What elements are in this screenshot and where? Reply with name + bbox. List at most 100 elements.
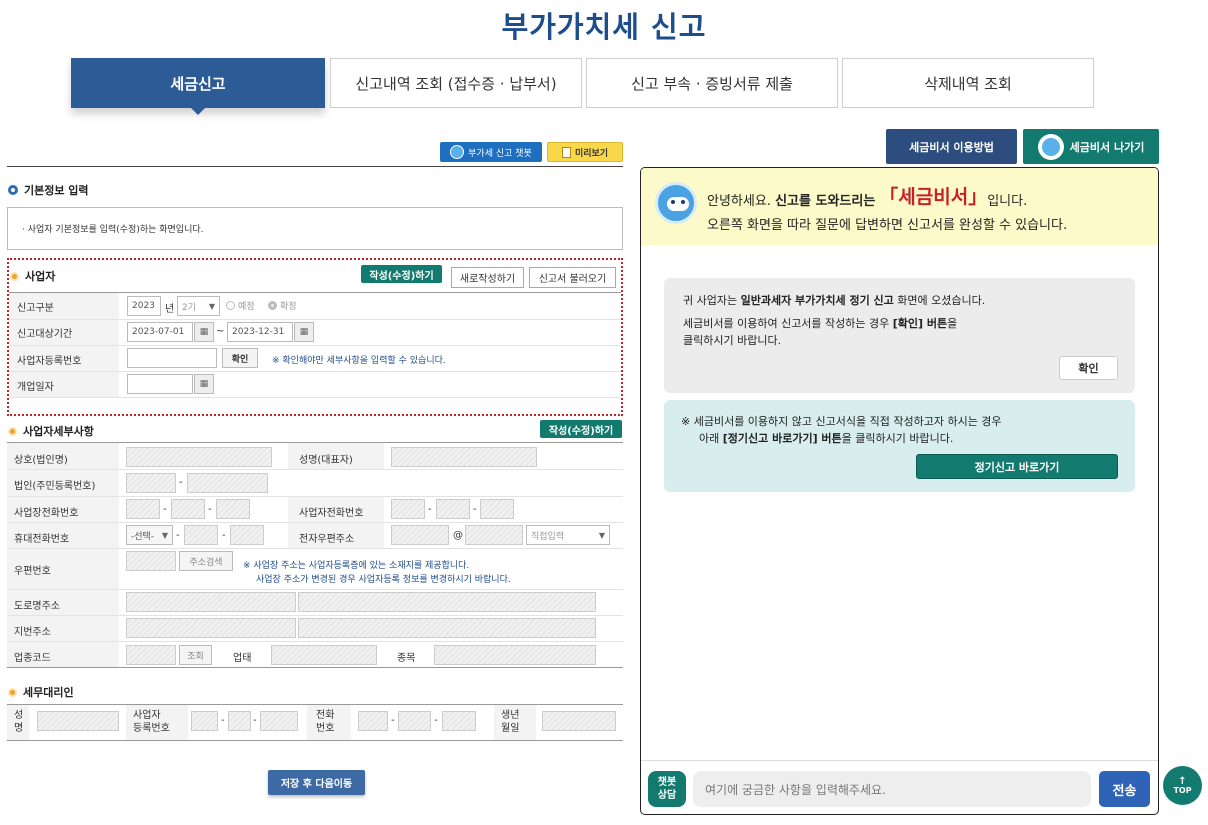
button-label: 전송 xyxy=(1112,783,1137,799)
chat-panel: 안녕하세요. 신고를 도와드리는 「세금비서」 입니다. 오른쪽 화면을 따라 … xyxy=(640,167,1159,815)
business-write-button[interactable]: 작성(수정)하기 xyxy=(361,265,442,283)
jibun-address-label: 지번주소 xyxy=(14,627,51,638)
industry-search-button[interactable]: 조회 xyxy=(179,645,212,665)
regno-confirm-button[interactable]: 확인 xyxy=(222,348,258,368)
radio-label: 예정 xyxy=(238,302,255,312)
owner-tel-input-1[interactable] xyxy=(391,499,425,519)
zip-input[interactable] xyxy=(126,551,176,571)
radio-icon xyxy=(226,301,235,310)
divider xyxy=(7,615,623,616)
howto-button[interactable]: 세금비서 이용방법 xyxy=(886,129,1017,164)
email-id-input[interactable] xyxy=(391,525,449,545)
vat-chatbot-button[interactable]: 부가세 신고 챗봇 xyxy=(440,142,542,162)
detail-write-button[interactable]: 작성(수정)하기 xyxy=(540,420,622,438)
radio-selected-icon xyxy=(268,301,277,310)
road-address-input-1[interactable] xyxy=(126,592,296,612)
button-label: 확인 xyxy=(1078,362,1099,375)
year-unit-label: 년 xyxy=(165,304,175,315)
agent-name-input[interactable] xyxy=(37,711,119,731)
chevron-down-icon: ▼ xyxy=(598,530,605,540)
assistant-mascot-icon xyxy=(655,182,701,230)
tab-label: 삭제내역 조회 xyxy=(924,74,1012,93)
scroll-top-button[interactable]: ↑ TOP xyxy=(1163,766,1202,805)
go-regular-report-button[interactable]: 정기신고 바로가기 xyxy=(916,454,1118,479)
report-year-input[interactable]: 2023 xyxy=(127,296,161,316)
message-text: 을 클릭하시기 바랍니다. xyxy=(841,432,954,445)
owner-tel-label: 사업자전화번호 xyxy=(299,508,364,519)
agent-birth-input[interactable] xyxy=(542,711,616,731)
mobile-input-2[interactable] xyxy=(184,525,218,545)
report-period-select[interactable]: 2기 ▼ xyxy=(177,296,220,316)
load-report-button[interactable]: 신고서 불러오기 xyxy=(529,267,616,288)
message-text: 화면에 오셨습니다. xyxy=(893,294,986,307)
tab-attachments[interactable]: 신고 부속 · 증빙서류 제출 xyxy=(586,58,838,108)
agent-tel-input-1[interactable] xyxy=(358,711,388,731)
agent-regno-input-1[interactable] xyxy=(191,711,218,731)
assistant-avatar-icon xyxy=(1037,133,1064,160)
biz-tel-input-3[interactable] xyxy=(216,499,250,519)
divider xyxy=(9,319,621,320)
biz-tel-input-1[interactable] xyxy=(126,499,160,519)
open-date-input[interactable] xyxy=(127,374,193,394)
confirm-button[interactable]: 확인 xyxy=(1059,356,1118,380)
tilde: ~ xyxy=(216,326,225,337)
new-write-button[interactable]: 새로작성하기 xyxy=(451,267,524,288)
radio-final[interactable]: 확정 xyxy=(268,299,297,312)
dash: - xyxy=(473,504,477,515)
send-button[interactable]: 전송 xyxy=(1099,771,1150,807)
calendar-icon[interactable]: ▦ xyxy=(194,374,214,394)
dash: - xyxy=(428,504,432,515)
business-heading: 사업자 xyxy=(10,268,55,284)
divider xyxy=(7,740,623,741)
tab-tax-report[interactable]: 세금신고 xyxy=(71,58,325,108)
agent-tel-input-2[interactable] xyxy=(398,711,431,731)
chat-message-input[interactable]: 여기에 궁금한 사항을 입력해주세요. xyxy=(693,771,1091,807)
tab-report-history[interactable]: 신고내역 조회 (접수증 · 납부서) xyxy=(330,58,582,108)
regno-input[interactable] xyxy=(127,348,217,368)
calendar-icon[interactable]: ▦ xyxy=(194,322,214,342)
period-to-input[interactable]: 2023-12-31 xyxy=(227,322,293,342)
message-text: 세금비서를 이용하여 신고서를 작성하는 경우 xyxy=(683,317,893,330)
divider xyxy=(7,641,623,642)
exit-assistant-button[interactable]: 세금비서 나가기 xyxy=(1023,129,1159,164)
mobile-prefix-select[interactable]: -선택- ▼ xyxy=(126,525,173,545)
save-next-button[interactable]: 저장 후 다음이동 xyxy=(268,770,365,795)
tab-active-indicator xyxy=(190,107,206,115)
mobile-input-3[interactable] xyxy=(230,525,264,545)
button-label: 새로작성하기 xyxy=(459,274,516,285)
agent-tel-input-3[interactable] xyxy=(442,711,476,731)
business-item-input[interactable] xyxy=(434,645,596,665)
agent-regno-input-2[interactable] xyxy=(228,711,251,731)
jibun-address-input-2[interactable] xyxy=(298,618,596,638)
road-address-input-2[interactable] xyxy=(298,592,596,612)
tab-deleted-history[interactable]: 삭제내역 조회 xyxy=(842,58,1094,108)
address-search-button[interactable]: 주소검색 xyxy=(179,551,233,571)
owner-tel-input-3[interactable] xyxy=(480,499,514,519)
period-label: 신고대상기간 xyxy=(17,329,73,340)
jibun-address-input-1[interactable] xyxy=(126,618,296,638)
message-text: 귀 사업자는 xyxy=(683,294,741,307)
calendar-icon[interactable]: ▦ xyxy=(294,322,314,342)
button-label: TOP xyxy=(1173,785,1192,795)
industry-code-input[interactable] xyxy=(126,645,176,665)
owner-tel-input-2[interactable] xyxy=(436,499,470,519)
email-domain-select[interactable]: 직접입력 ▼ xyxy=(526,525,610,545)
corp-no-input-2[interactable] xyxy=(187,473,268,493)
business-type-input[interactable] xyxy=(271,645,377,665)
preview-button[interactable]: 미리보기 xyxy=(547,142,623,162)
agent-regno-input-3[interactable] xyxy=(260,711,298,731)
divider xyxy=(9,345,621,346)
radio-scheduled[interactable]: 예정 xyxy=(226,299,255,312)
company-input[interactable] xyxy=(126,447,272,467)
email-domain-input[interactable] xyxy=(465,525,523,545)
dash: - xyxy=(163,504,167,515)
button-label: 저장 후 다음이동 xyxy=(280,779,353,790)
period-from-input[interactable]: 2023-07-01 xyxy=(127,322,193,342)
biz-tel-input-2[interactable] xyxy=(171,499,205,519)
ceo-input[interactable] xyxy=(391,447,537,467)
corp-no-input-1[interactable] xyxy=(126,473,176,493)
button-label: 주소검색 xyxy=(189,557,223,568)
message-line-1: ※ 세금비서를 이용하지 않고 신고서식을 직접 작성하고자 하시는 경우 xyxy=(681,415,1002,428)
at-sign: @ xyxy=(453,530,463,541)
industry-code-label: 업종코드 xyxy=(14,653,51,664)
